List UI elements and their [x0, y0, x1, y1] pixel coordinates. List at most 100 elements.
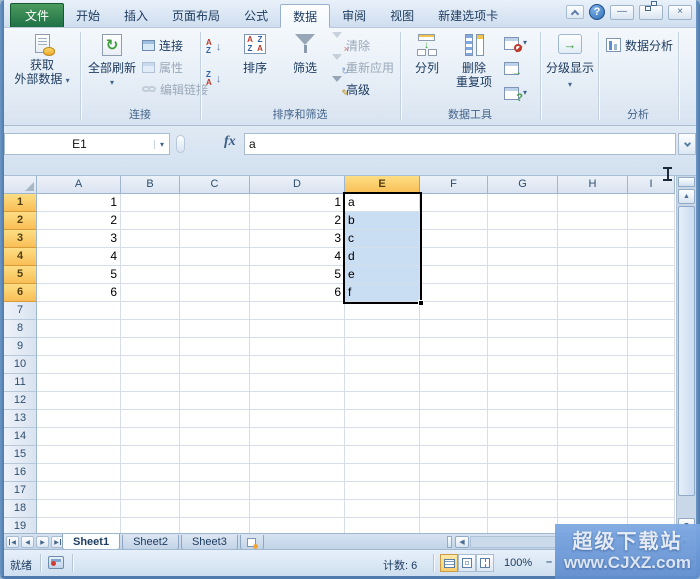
cell-C9[interactable]: [180, 338, 250, 356]
cell-E2[interactable]: b: [345, 212, 420, 230]
cell-C14[interactable]: [180, 428, 250, 446]
cell-I1[interactable]: [628, 194, 675, 212]
cell-F6[interactable]: [420, 284, 488, 302]
cell-D17[interactable]: [250, 482, 345, 500]
cell-E17[interactable]: [345, 482, 420, 500]
cell-B5[interactable]: [121, 266, 180, 284]
cell-F15[interactable]: [420, 446, 488, 464]
cell-A8[interactable]: [37, 320, 121, 338]
cell-F17[interactable]: [420, 482, 488, 500]
cell-G8[interactable]: [488, 320, 558, 338]
formula-bar-splitter[interactable]: [176, 135, 185, 153]
vertical-split-handle[interactable]: [678, 177, 695, 187]
cell-B18[interactable]: [121, 500, 180, 518]
cell-E5[interactable]: e: [345, 266, 420, 284]
cell-H8[interactable]: [558, 320, 628, 338]
cell-G9[interactable]: [488, 338, 558, 356]
cell-H7[interactable]: [558, 302, 628, 320]
cell-D15[interactable]: [250, 446, 345, 464]
cell-A10[interactable]: [37, 356, 121, 374]
page-layout-view-button[interactable]: [458, 554, 476, 572]
row-header-9[interactable]: 9: [4, 338, 37, 356]
cell-F14[interactable]: [420, 428, 488, 446]
cell-A16[interactable]: [37, 464, 121, 482]
cell-A5[interactable]: 5: [37, 266, 121, 284]
cell-F16[interactable]: [420, 464, 488, 482]
sheet-tab-sheet1[interactable]: Sheet1: [62, 534, 120, 550]
cell-B15[interactable]: [121, 446, 180, 464]
cell-A12[interactable]: [37, 392, 121, 410]
help-icon[interactable]: ?: [589, 4, 605, 20]
cell-I3[interactable]: [628, 230, 675, 248]
cell-B8[interactable]: [121, 320, 180, 338]
cell-E16[interactable]: [345, 464, 420, 482]
name-box[interactable]: E1 ▾: [4, 133, 170, 155]
cell-G6[interactable]: [488, 284, 558, 302]
select-all-corner[interactable]: [4, 176, 37, 194]
cell-C8[interactable]: [180, 320, 250, 338]
cell-F12[interactable]: [420, 392, 488, 410]
cell-D7[interactable]: [250, 302, 345, 320]
cell-D18[interactable]: [250, 500, 345, 518]
cell-G15[interactable]: [488, 446, 558, 464]
cell-A2[interactable]: 2: [37, 212, 121, 230]
cell-A4[interactable]: 4: [37, 248, 121, 266]
cell-F4[interactable]: [420, 248, 488, 266]
cell-G19[interactable]: [488, 518, 558, 533]
cell-G3[interactable]: [488, 230, 558, 248]
cell-I12[interactable]: [628, 392, 675, 410]
sort-ascending-button[interactable]: AZ ↓: [206, 38, 221, 56]
cell-D14[interactable]: [250, 428, 345, 446]
row-header-3[interactable]: 3: [4, 230, 37, 248]
row-header-6[interactable]: 6: [4, 284, 37, 302]
next-sheet-icon[interactable]: ▶: [36, 536, 49, 548]
cell-H18[interactable]: [558, 500, 628, 518]
cell-F8[interactable]: [420, 320, 488, 338]
sheet-tab-sheet3[interactable]: Sheet3: [181, 535, 238, 550]
normal-view-button[interactable]: [440, 554, 458, 572]
tab-data[interactable]: 数据: [280, 4, 330, 28]
tab-new-custom[interactable]: 新建选项卡: [426, 3, 510, 27]
cell-D10[interactable]: [250, 356, 345, 374]
cell-C3[interactable]: [180, 230, 250, 248]
consolidate-button[interactable]: →: [504, 59, 519, 77]
cell-F9[interactable]: [420, 338, 488, 356]
cell-E7[interactable]: [345, 302, 420, 320]
cell-D6[interactable]: 6: [250, 284, 345, 302]
cell-C1[interactable]: [180, 194, 250, 212]
column-header-H[interactable]: H: [558, 176, 628, 194]
cell-I13[interactable]: [628, 410, 675, 428]
cell-E18[interactable]: [345, 500, 420, 518]
formula-input[interactable]: a: [244, 133, 676, 155]
cell-B11[interactable]: [121, 374, 180, 392]
cell-C17[interactable]: [180, 482, 250, 500]
cell-G1[interactable]: [488, 194, 558, 212]
insert-function-icon[interactable]: fx: [224, 134, 236, 150]
data-validation-button[interactable]: ▾: [504, 34, 527, 52]
cell-I6[interactable]: [628, 284, 675, 302]
cell-D8[interactable]: [250, 320, 345, 338]
cell-B1[interactable]: [121, 194, 180, 212]
cell-B13[interactable]: [121, 410, 180, 428]
cell-H16[interactable]: [558, 464, 628, 482]
row-header-2[interactable]: 2: [4, 212, 37, 230]
cell-H5[interactable]: [558, 266, 628, 284]
group-label-analysis[interactable]: 分析: [598, 106, 678, 122]
cell-A9[interactable]: [37, 338, 121, 356]
cell-I14[interactable]: [628, 428, 675, 446]
cell-F13[interactable]: [420, 410, 488, 428]
cell-C15[interactable]: [180, 446, 250, 464]
page-break-view-button[interactable]: [476, 554, 494, 572]
cell-I8[interactable]: [628, 320, 675, 338]
row-header-19[interactable]: 19: [4, 518, 37, 533]
cell-A18[interactable]: [37, 500, 121, 518]
cell-D5[interactable]: 5: [250, 266, 345, 284]
vertical-scroll-thumb[interactable]: [678, 206, 695, 496]
row-header-14[interactable]: 14: [4, 428, 37, 446]
cell-G7[interactable]: [488, 302, 558, 320]
cell-B6[interactable]: [121, 284, 180, 302]
cell-B17[interactable]: [121, 482, 180, 500]
cell-G10[interactable]: [488, 356, 558, 374]
cell-B10[interactable]: [121, 356, 180, 374]
cell-G17[interactable]: [488, 482, 558, 500]
